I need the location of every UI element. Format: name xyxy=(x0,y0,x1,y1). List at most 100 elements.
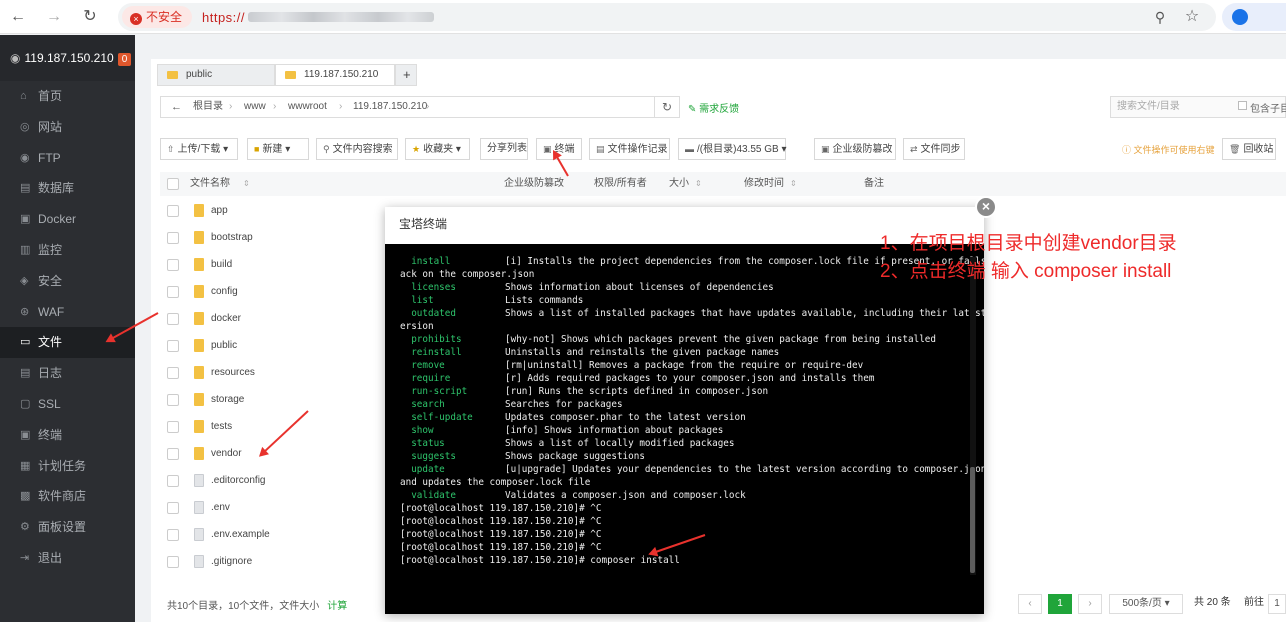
sidebar-item-home[interactable]: ⌂ 首页 xyxy=(0,81,135,112)
scrollbar-thumb[interactable] xyxy=(970,467,975,573)
file-name[interactable]: .editorconfig xyxy=(211,467,265,494)
row-checkbox[interactable] xyxy=(167,205,179,217)
sort-icon[interactable]: ⇕ xyxy=(790,172,797,196)
page-size-select[interactable]: 500条/页 ▾ xyxy=(1109,594,1183,614)
file-name[interactable]: public xyxy=(211,332,237,359)
file-name[interactable]: bootstrap xyxy=(211,224,253,251)
row-checkbox[interactable] xyxy=(167,232,179,244)
breadcrumb-www[interactable]: www xyxy=(244,97,266,117)
row-checkbox[interactable] xyxy=(167,313,179,325)
file-name[interactable]: docker xyxy=(211,305,241,332)
row-checkbox[interactable] xyxy=(167,475,179,487)
file-name[interactable]: .env xyxy=(211,494,230,521)
sidebar-item-store[interactable]: ▩ 软件商店 xyxy=(0,481,135,512)
file-name[interactable]: app xyxy=(211,197,228,224)
file-row[interactable]: tests xyxy=(160,413,390,440)
close-icon[interactable]: × xyxy=(975,196,997,218)
zoom-icon[interactable]: ⚲ xyxy=(1150,7,1170,27)
sidebar-item-database[interactable]: ▤ 数据库 xyxy=(0,173,135,204)
notification-badge[interactable]: 0 xyxy=(117,53,132,66)
breadcrumb-wwwroot[interactable]: wwwroot xyxy=(288,97,327,117)
col-modified[interactable]: 修改时间 xyxy=(744,172,784,196)
back-arrow-icon[interactable]: ← xyxy=(8,7,28,27)
file-row[interactable]: storage xyxy=(160,386,390,413)
calc-size-link[interactable]: 计算 xyxy=(327,601,347,612)
file-row[interactable]: resources xyxy=(160,359,390,386)
row-checkbox[interactable] xyxy=(167,340,179,352)
row-checkbox[interactable] xyxy=(167,448,179,460)
sidebar-item-terminal[interactable]: ▣ 终端 xyxy=(0,420,135,451)
breadcrumb-site[interactable]: 119.187.150.210 xyxy=(353,97,427,117)
file-row[interactable]: config xyxy=(160,278,390,305)
file-name[interactable]: config xyxy=(211,278,238,305)
file-name[interactable]: .env.example xyxy=(211,521,270,548)
file-row[interactable]: .editorconfig xyxy=(160,467,390,494)
file-row[interactable]: app xyxy=(160,197,390,224)
new-tab-button[interactable]: + xyxy=(395,64,417,86)
row-checkbox[interactable] xyxy=(167,529,179,541)
new-button[interactable]: ■ 新建 ▾ xyxy=(247,138,309,160)
next-page-button[interactable]: › xyxy=(1078,594,1102,614)
file-row[interactable]: build xyxy=(160,251,390,278)
operation-log-button[interactable]: ▤ 文件操作记录 xyxy=(589,138,670,160)
feedback-link[interactable]: ✎ 需求反馈 xyxy=(688,100,739,115)
sidebar-item-globe[interactable]: ◎ 网站 xyxy=(0,112,135,143)
recycle-bin-button[interactable]: 🗑 回收站 xyxy=(1222,138,1276,160)
col-name[interactable]: 文件名称 xyxy=(190,172,230,196)
file-name[interactable]: resources xyxy=(211,359,255,386)
back-icon[interactable]: ← xyxy=(171,97,182,117)
sidebar-item-shield[interactable]: ◈ 安全 xyxy=(0,266,135,297)
sort-icon[interactable]: ⇕ xyxy=(695,172,702,196)
file-row[interactable]: .env.example xyxy=(160,521,390,548)
row-checkbox[interactable] xyxy=(167,394,179,406)
file-row[interactable]: public xyxy=(160,332,390,359)
file-name[interactable]: vendor xyxy=(211,440,242,467)
page-current[interactable]: 1 xyxy=(1048,594,1072,614)
forward-arrow-icon[interactable]: → xyxy=(44,7,64,27)
reload-icon[interactable]: ↻ xyxy=(80,7,100,27)
address-bar[interactable]: × 不安全 https:// xyxy=(118,3,1216,31)
content-search-button[interactable]: ⚲ 文件内容搜索 xyxy=(316,138,398,160)
profile-area[interactable] xyxy=(1222,3,1286,31)
breadcrumb-root[interactable]: 根目录 xyxy=(193,97,223,117)
file-sync-button[interactable]: ⇄ 文件同步 xyxy=(903,138,965,160)
security-warning-chip[interactable]: × 不安全 xyxy=(122,6,193,28)
disk-button[interactable]: ▬/(根目录)43.55 GB ▾ xyxy=(678,138,787,160)
file-name[interactable]: tests xyxy=(211,413,232,440)
favorites-button[interactable]: ★ 收藏夹 ▾ xyxy=(405,138,470,160)
sidebar-item-logout[interactable]: ⇥ 退出 xyxy=(0,543,135,574)
share-list-button[interactable]: 分享列表 xyxy=(480,138,528,160)
sidebar-item-log[interactable]: ▤ 日志 xyxy=(0,358,135,389)
row-checkbox[interactable] xyxy=(167,556,179,568)
sidebar-item-ftp[interactable]: ◉ FTP xyxy=(0,143,135,174)
sidebar-item-folder[interactable]: ▭ 文件 xyxy=(0,327,135,359)
terminal-output[interactable]: install [i] Installs the project dependen… xyxy=(385,244,984,614)
file-row[interactable]: .gitignore xyxy=(160,548,390,575)
file-row[interactable]: bootstrap xyxy=(160,224,390,251)
sort-icon[interactable]: ⇕ xyxy=(243,172,250,196)
tab-public[interactable]: public xyxy=(157,64,275,86)
refresh-icon[interactable]: ↻ xyxy=(654,96,680,118)
bookmark-star-icon[interactable]: ☆ xyxy=(1182,7,1202,27)
file-name[interactable]: storage xyxy=(211,386,244,413)
select-all-checkbox[interactable] xyxy=(167,178,179,190)
prev-page-button[interactable]: ‹ xyxy=(1018,594,1042,614)
row-checkbox[interactable] xyxy=(167,286,179,298)
terminal-scrollbar[interactable] xyxy=(970,257,976,575)
file-name[interactable]: .gitignore xyxy=(211,548,252,575)
file-row[interactable]: vendor xyxy=(160,440,390,467)
goto-page-input[interactable]: 1 xyxy=(1268,594,1286,614)
upload-download-button[interactable]: ⇧ 上传/下载 ▾ xyxy=(160,138,238,160)
file-row[interactable]: docker xyxy=(160,305,390,332)
file-name[interactable]: build xyxy=(211,251,232,278)
row-checkbox[interactable] xyxy=(167,259,179,271)
sidebar-item-monitor[interactable]: ▥ 监控 xyxy=(0,235,135,266)
sidebar-item-settings[interactable]: ⚙ 面板设置 xyxy=(0,512,135,543)
sidebar-item-ssl[interactable]: ▢ SSL xyxy=(0,389,135,420)
file-row[interactable]: .env xyxy=(160,494,390,521)
row-checkbox[interactable] xyxy=(167,502,179,514)
sidebar-item-docker[interactable]: ▣ Docker xyxy=(0,204,135,235)
tamper-protection-button[interactable]: ▣ 企业级防篡改 xyxy=(814,138,896,160)
sidebar-item-waf[interactable]: ⊛ WAF xyxy=(0,297,135,328)
col-size[interactable]: 大小 xyxy=(669,172,689,196)
